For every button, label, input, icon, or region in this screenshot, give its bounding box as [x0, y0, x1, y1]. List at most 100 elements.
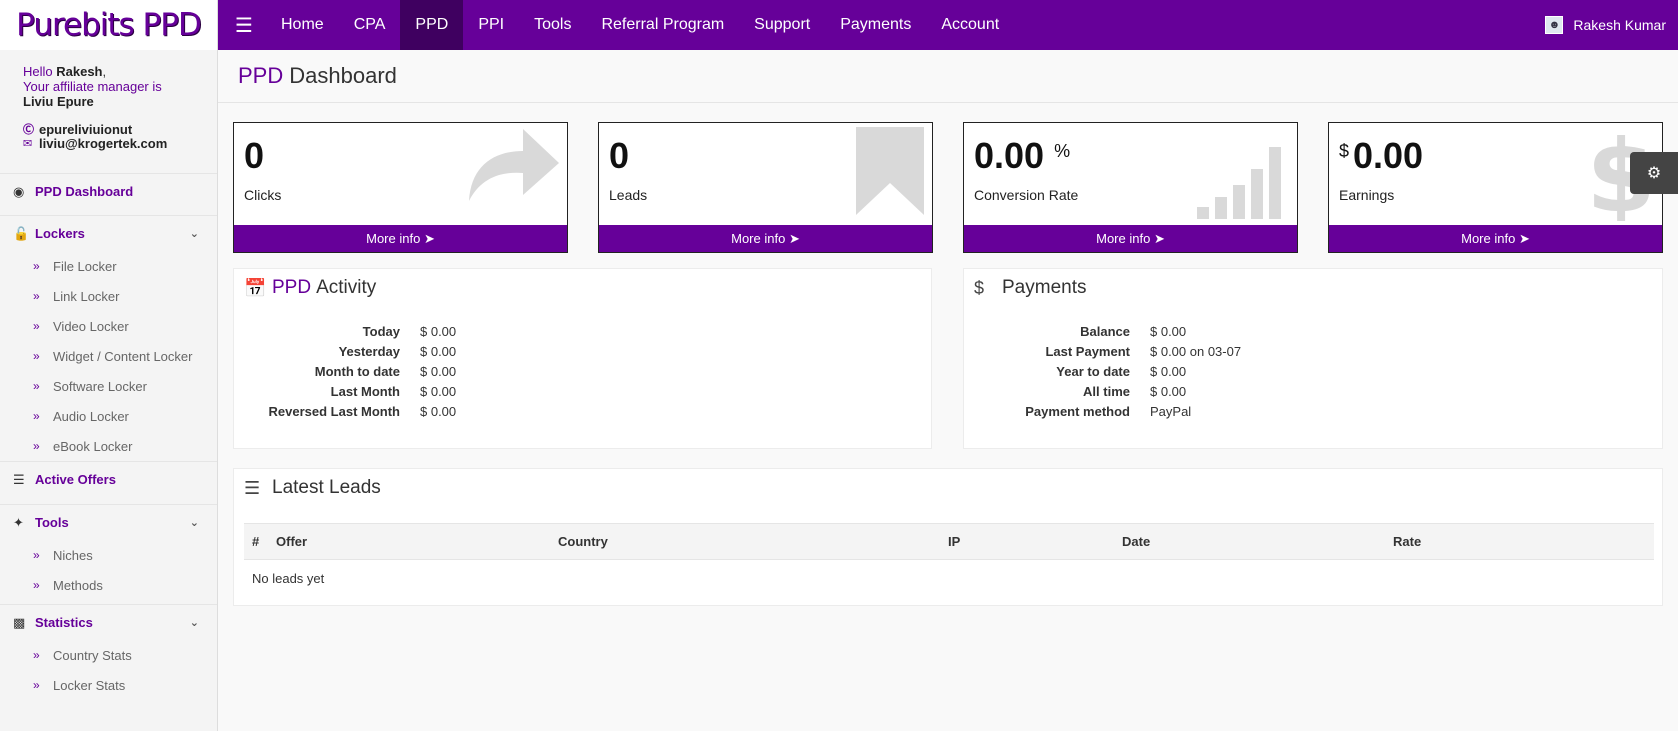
column-header[interactable]: Country	[550, 523, 940, 560]
sidebar-item-statistics[interactable]: ▩ Statistics ⌄	[0, 604, 217, 640]
sidebar-item-label: Locker Stats	[53, 677, 126, 693]
activity-row: Yesterday $ 0.00	[244, 341, 457, 361]
activity-value: $ 0.00	[420, 363, 457, 379]
table-header-row: # Offer Country IP Date Rate	[244, 523, 1654, 560]
sidebar-item-active-offers[interactable]: ☰ Active Offers	[0, 461, 217, 497]
payments-value: $ 0.00 on 03-07	[1150, 343, 1242, 359]
sidebar-item-link-locker[interactable]: » Link Locker	[0, 281, 217, 311]
column-header[interactable]: Offer	[268, 523, 550, 560]
sidebar-item-label: Tools	[35, 515, 69, 530]
arrow-circle-right-icon: ➤	[423, 230, 435, 246]
sidebar-item-label: Widget / Content Locker	[53, 348, 193, 364]
column-header[interactable]: Date	[1114, 523, 1385, 560]
nav-home[interactable]: Home	[266, 0, 339, 50]
more-info-link[interactable]: More info ➤	[1329, 225, 1662, 252]
nav-referral-program[interactable]: Referral Program	[586, 0, 739, 50]
chevron-down-icon: ⌄	[189, 617, 199, 629]
nav-support[interactable]: Support	[739, 0, 825, 50]
sidebar-item-widget-content-locker[interactable]: » Widget / Content Locker	[0, 341, 217, 371]
more-info-link[interactable]: More info ➤	[234, 225, 567, 252]
page-title-text: Dashboard	[289, 63, 397, 88]
user-first-name: Rakesh	[56, 64, 103, 79]
more-info-label: More info	[731, 231, 786, 246]
activity-key: Month to date	[314, 363, 400, 379]
earnings-number: 0.00	[1353, 135, 1424, 176]
skype-row[interactable]: Ⓒ epureliviuionut	[23, 123, 217, 137]
nav-ppd[interactable]: PPD	[400, 0, 464, 50]
double-chevron-icon: »	[33, 379, 40, 393]
sidebar-item-niches[interactable]: » Niches	[0, 540, 217, 570]
main-content: PPD Dashboard 0 Clicks More info ➤ 0 Lea…	[218, 50, 1678, 731]
list-icon: ☰	[244, 477, 261, 498]
activity-key: Reversed Last Month	[268, 403, 400, 419]
more-info-label: More info	[1096, 231, 1151, 246]
arrow-circle-right-icon: ➤	[1153, 230, 1165, 246]
more-info-link[interactable]: More info ➤	[964, 225, 1297, 252]
page-title: PPD Dashboard	[218, 50, 1678, 103]
activity-row: Reversed Last Month $ 0.00	[244, 401, 457, 421]
nav-tools[interactable]: Tools	[519, 0, 586, 50]
conversion-rate-number: 0.00	[974, 135, 1045, 176]
payments-key: Year to date	[1056, 363, 1130, 379]
nav-payments[interactable]: Payments	[825, 0, 926, 50]
sidebar-item-country-stats[interactable]: » Country Stats	[0, 640, 217, 670]
empty-state: No leads yet	[252, 571, 325, 587]
column-header[interactable]: #	[244, 523, 268, 560]
activity-row: Last Month $ 0.00	[244, 381, 456, 401]
hamburger-icon[interactable]: ☰	[222, 0, 266, 50]
payments-panel: $ Payments Balance $ 0.00 Last Payment $ 0…	[963, 268, 1663, 449]
activity-key: Last Month	[330, 383, 400, 399]
double-chevron-icon: »	[33, 578, 40, 592]
more-info-link[interactable]: More info ➤	[599, 225, 932, 252]
sidebar-item-ebook-locker[interactable]: » eBook Locker	[0, 431, 217, 461]
sidebar-item-lockers[interactable]: 🔓 Lockers ⌄	[0, 215, 217, 251]
stat-card-leads: 0 Leads More info ➤	[598, 122, 933, 253]
earnings-label: Earnings	[1339, 187, 1395, 203]
sidebar-item-software-locker[interactable]: » Software Locker	[0, 371, 217, 401]
sidebar-item-file-locker[interactable]: » File Locker	[0, 251, 217, 281]
user-name: Rakesh Kumar	[1573, 17, 1666, 33]
sidebar-item-audio-locker[interactable]: » Audio Locker	[0, 401, 217, 431]
clicks-value: 0	[244, 135, 265, 176]
sidebar-item-label: Country Stats	[53, 647, 132, 663]
double-chevron-icon: »	[33, 678, 40, 692]
sidebar-item-tools[interactable]: ✦ Tools ⌄	[0, 504, 217, 540]
activity-value: $ 0.00	[420, 343, 457, 359]
more-info-label: More info	[366, 231, 421, 246]
manager-label: Your affiliate manager is	[23, 79, 162, 94]
skype-handle: epureliviuionut	[39, 122, 133, 137]
email-row[interactable]: ✉ liviu@krogertek.com	[23, 137, 217, 151]
earnings-value: $0.00	[1339, 135, 1423, 177]
activity-row: Today $ 0.00	[244, 321, 456, 341]
sidebar-item-methods[interactable]: » Methods	[0, 570, 217, 600]
sidebar-item-ppd-dashboard[interactable]: ◉ PPD Dashboard	[0, 173, 217, 209]
column-header[interactable]: IP	[940, 523, 1114, 560]
table-row: No leads yet	[244, 560, 1654, 598]
manager-email: liviu@krogertek.com	[39, 136, 168, 151]
stat-card-earnings: $ $0.00 Earnings More info ➤	[1328, 122, 1663, 253]
nav-account[interactable]: Account	[926, 0, 1014, 50]
sidebar-item-label: Active Offers	[35, 472, 116, 487]
sidebar-item-label: Audio Locker	[53, 408, 129, 424]
column-header[interactable]: Rate	[1385, 523, 1654, 560]
payments-value: $ 0.00	[1150, 323, 1187, 339]
comma: ,	[102, 64, 107, 79]
arrow-circle-right-icon: ➤	[1518, 230, 1530, 246]
list-icon: ☰	[13, 471, 25, 487]
double-chevron-icon: »	[33, 289, 40, 303]
double-chevron-icon: »	[33, 259, 40, 273]
manager-contact: Ⓒ epureliviuionut ✉ liviu@krogertek.com	[0, 109, 217, 151]
nav-cpa[interactable]: CPA	[339, 0, 401, 50]
user-menu[interactable]: ☻ Rakesh Kumar	[1545, 0, 1666, 50]
stat-card-clicks: 0 Clicks More info ➤	[233, 122, 568, 253]
sidebar-item-label: Niches	[53, 547, 93, 563]
payments-row: Payment method PayPal	[974, 401, 1241, 421]
envelope-icon: ✉	[23, 138, 33, 150]
panel-title: $ Payments	[974, 277, 1086, 299]
logo[interactable]: Purebits PPD	[0, 0, 218, 50]
settings-gear-button[interactable]: ⚙	[1630, 152, 1678, 194]
sidebar-item-video-locker[interactable]: » Video Locker	[0, 311, 217, 341]
payments-value: PayPal	[1150, 403, 1192, 419]
sidebar-item-locker-stats[interactable]: » Locker Stats	[0, 670, 217, 700]
nav-ppi[interactable]: PPI	[463, 0, 519, 50]
